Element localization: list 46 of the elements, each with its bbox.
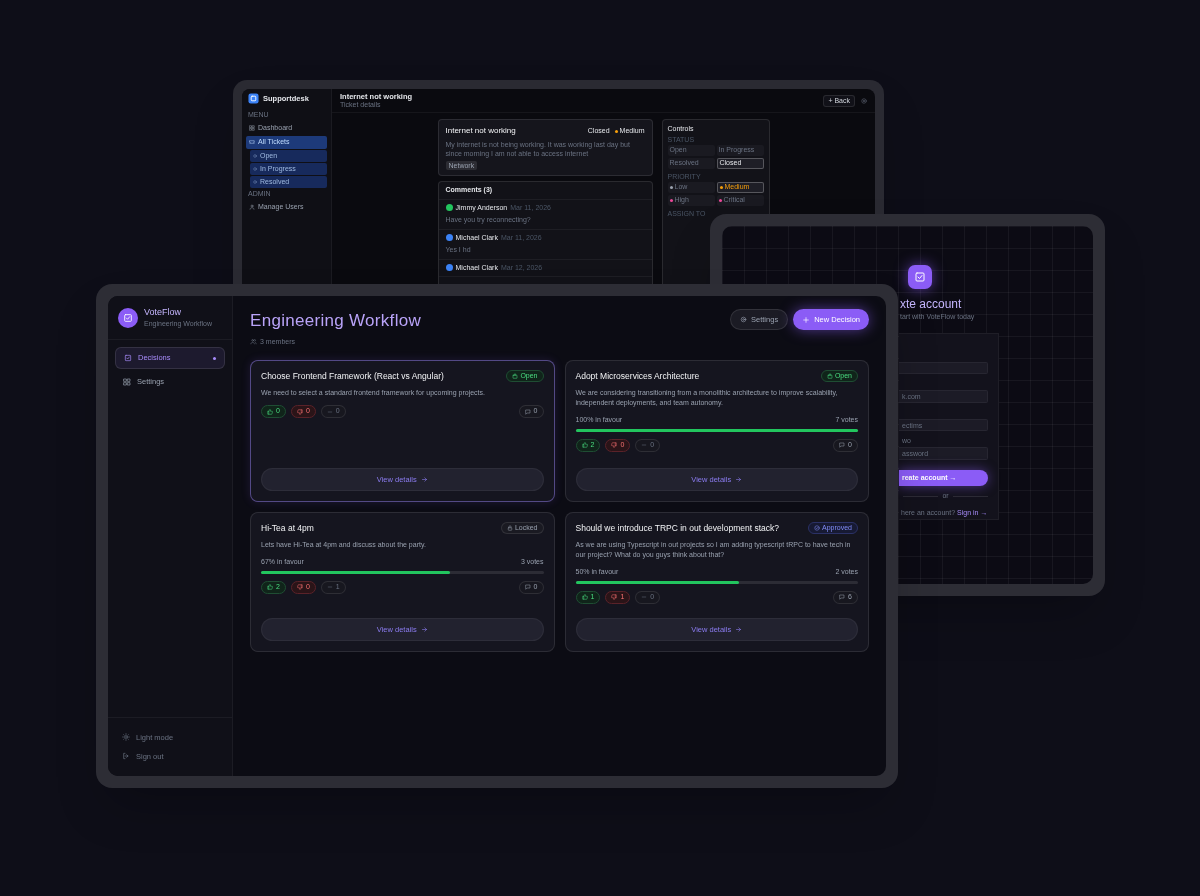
lock-icon	[506, 525, 513, 531]
card-title: Should we introduce TRPC in out development stack?	[575, 522, 779, 534]
signup-title: xte account	[900, 296, 962, 313]
ballot-box-icon	[124, 354, 132, 362]
arrow-right-icon	[735, 626, 743, 633]
thumbs-down-icon	[611, 594, 618, 600]
ticket-title: Internet not working	[445, 125, 516, 137]
thumbs-up-icon	[581, 442, 588, 448]
thumbs-down-icon	[296, 408, 303, 415]
ballot-box-icon	[914, 271, 926, 283]
check-circle-icon	[814, 525, 821, 531]
card-title: Choose Frontend Framework (React vs Angular)	[261, 370, 444, 382]
minus-icon	[326, 584, 333, 590]
comment-icon	[524, 408, 531, 415]
settings-icon	[740, 316, 748, 323]
plus-icon	[802, 315, 811, 324]
thumbs-down-icon	[611, 442, 618, 448]
minus-icon	[326, 408, 333, 415]
arrow-right-icon	[420, 476, 428, 483]
app-name: VoteFlow	[144, 305, 183, 319]
ticket-icon	[249, 139, 255, 146]
thumbs-down-icon	[296, 584, 303, 590]
thumbs-up-icon	[581, 594, 588, 600]
comment-icon	[839, 594, 846, 600]
input-field[interactable]	[899, 362, 988, 375]
minus-icon	[641, 594, 648, 600]
user-icon	[249, 203, 255, 210]
arrow-right-icon	[735, 476, 743, 483]
decision-card[interactable]	[564, 512, 869, 652]
card-title: Hi-Tea at 4pm	[261, 522, 314, 534]
thumbs-up-icon	[267, 584, 273, 590]
arrow-right-icon	[420, 626, 428, 633]
thumbs-up-icon	[267, 408, 273, 415]
page-title: Engineering Workflow	[250, 310, 422, 332]
comment-icon	[839, 442, 846, 448]
minus-icon	[641, 442, 648, 448]
grid-icon	[123, 378, 131, 386]
grid-icon	[249, 125, 255, 132]
logout-icon	[122, 752, 130, 761]
comment-icon	[524, 584, 531, 590]
sun-icon	[122, 733, 130, 742]
ballot-box-icon	[123, 312, 133, 323]
card-title: Adopt Microservices Architecture	[575, 370, 700, 382]
users-icon	[250, 338, 257, 346]
app-logo-icon	[248, 93, 259, 105]
decision-card[interactable]	[564, 360, 869, 502]
